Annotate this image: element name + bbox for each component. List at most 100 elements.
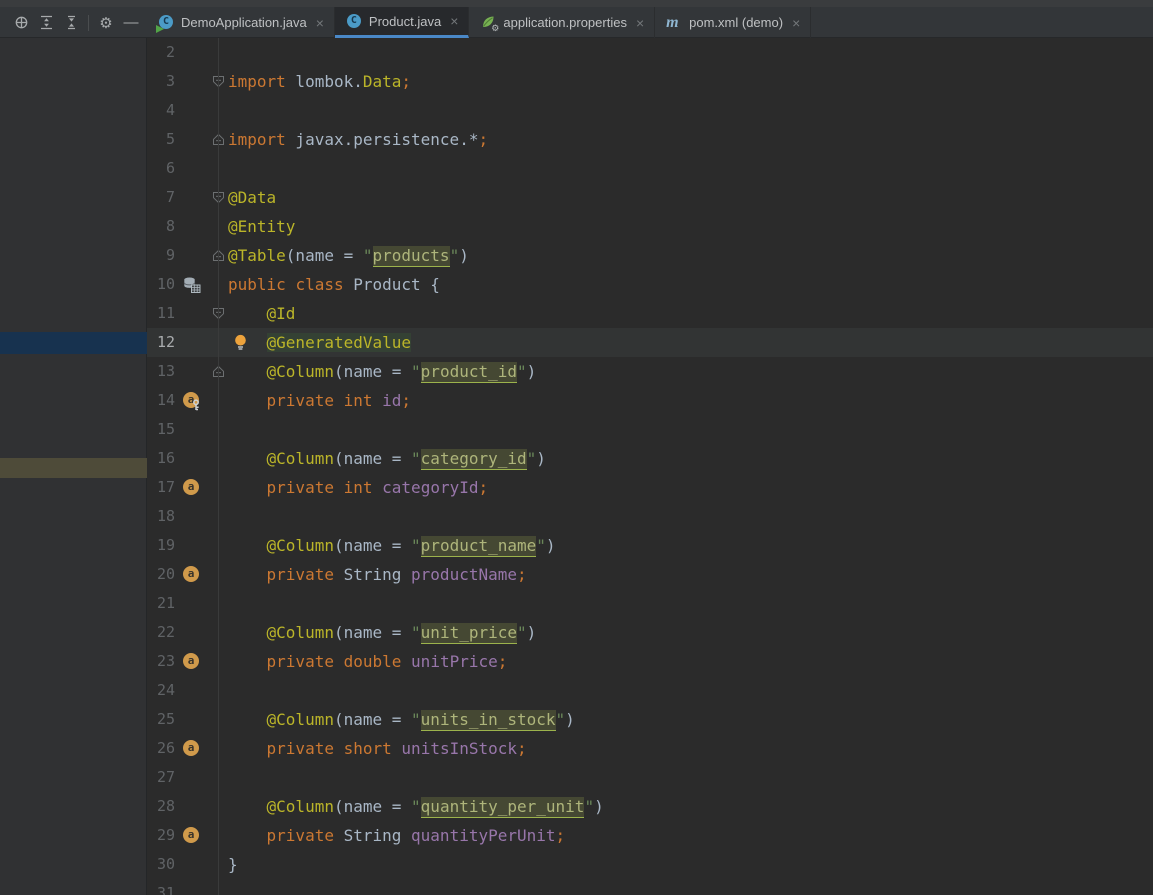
selected-item-strip-blue[interactable] bbox=[0, 332, 147, 354]
structure-tool-window[interactable] bbox=[0, 38, 147, 895]
line-number[interactable]: 20 bbox=[147, 560, 175, 589]
code-text: private String productName; bbox=[266, 565, 527, 584]
line-number[interactable]: 11 bbox=[147, 299, 175, 328]
line-number[interactable]: 19 bbox=[147, 531, 175, 560]
tab-close-icon[interactable]: × bbox=[792, 16, 800, 30]
tab-close-icon[interactable]: × bbox=[316, 16, 324, 30]
code-text: import javax.persistence.*; bbox=[228, 130, 489, 149]
line-number[interactable]: 22 bbox=[147, 618, 175, 647]
jpa-entity-icon[interactable] bbox=[183, 276, 201, 294]
line-number[interactable]: 4 bbox=[147, 96, 175, 125]
java-class-icon: C bbox=[346, 13, 363, 30]
code-line-8[interactable]: 8 @Entity bbox=[147, 212, 1153, 241]
toolbar-separator bbox=[88, 14, 89, 31]
line-number[interactable]: 8 bbox=[147, 212, 175, 241]
line-number[interactable]: 15 bbox=[147, 415, 175, 444]
jpa-attribute-icon[interactable]: a bbox=[183, 827, 201, 845]
settings-gear-icon[interactable]: ⚙ bbox=[98, 15, 114, 32]
line-number[interactable]: 9 bbox=[147, 241, 175, 270]
code-line-18[interactable]: 18 bbox=[147, 502, 1153, 531]
line-number[interactable]: 12 bbox=[147, 328, 175, 357]
code-line-27[interactable]: 27 bbox=[147, 763, 1153, 792]
code-line-21[interactable]: 21 bbox=[147, 589, 1153, 618]
code-line-10[interactable]: 10 public class Product { bbox=[147, 270, 1153, 299]
tab-label: application.properties bbox=[503, 15, 627, 30]
line-number[interactable]: 26 bbox=[147, 734, 175, 763]
code-line-25[interactable]: 25 @Column(name = "units_in_stock") bbox=[147, 705, 1153, 734]
code-line-4[interactable]: 4 bbox=[147, 96, 1153, 125]
line-number[interactable]: 25 bbox=[147, 705, 175, 734]
header-top-strip bbox=[0, 0, 1153, 7]
line-number[interactable]: 5 bbox=[147, 125, 175, 154]
jpa-attribute-icon-with-key[interactable]: a bbox=[183, 392, 201, 411]
code-line-6[interactable]: 6 bbox=[147, 154, 1153, 183]
code-text: @Table(name = "products") bbox=[228, 246, 469, 267]
jpa-attribute-icon[interactable]: a bbox=[183, 740, 201, 758]
code-line-7[interactable]: 7 @Data bbox=[147, 183, 1153, 212]
maven-icon: m bbox=[666, 14, 679, 31]
line-number[interactable]: 3 bbox=[147, 67, 175, 96]
code-line-14[interactable]: 14 a private int id; bbox=[147, 386, 1153, 415]
code-line-17[interactable]: 17 a private int categoryId; bbox=[147, 473, 1153, 502]
line-number[interactable]: 6 bbox=[147, 154, 175, 183]
code-line-26[interactable]: 26 a private short unitsInStock; bbox=[147, 734, 1153, 763]
code-editor[interactable]: 2 3 import lombok.Data; 4 5 import javax.pers… bbox=[147, 38, 1153, 895]
jpa-attribute-icon[interactable]: a bbox=[183, 479, 201, 497]
expand-all-icon[interactable] bbox=[38, 15, 54, 31]
highlighted-item-strip-olive[interactable] bbox=[0, 458, 147, 478]
line-number[interactable]: 2 bbox=[147, 38, 175, 67]
line-number[interactable]: 27 bbox=[147, 763, 175, 792]
code-line-31[interactable]: 31 bbox=[147, 879, 1153, 895]
code-line-3[interactable]: 3 import lombok.Data; bbox=[147, 67, 1153, 96]
code-line-11[interactable]: 11 @Id bbox=[147, 299, 1153, 328]
run-overlay-icon bbox=[156, 25, 164, 33]
line-number[interactable]: 17 bbox=[147, 473, 175, 502]
jpa-attribute-icon[interactable]: a bbox=[183, 653, 201, 671]
code-line-20[interactable]: 20 a private String productName; bbox=[147, 560, 1153, 589]
code-line-30[interactable]: 30} bbox=[147, 850, 1153, 879]
attribute-badge: a bbox=[183, 827, 199, 843]
code-line-22[interactable]: 22 @Column(name = "unit_price") bbox=[147, 618, 1153, 647]
code-line-9[interactable]: 9 @Table(name = "products") bbox=[147, 241, 1153, 270]
jpa-attribute-icon[interactable]: a bbox=[183, 566, 201, 584]
editor-header: ⚙ — C DemoApplication.java × C Product.java × ⚙… bbox=[0, 0, 1153, 38]
tab-close-icon[interactable]: × bbox=[636, 16, 644, 30]
code-line-23[interactable]: 23 a private double unitPrice; bbox=[147, 647, 1153, 676]
line-number[interactable]: 13 bbox=[147, 357, 175, 386]
collapse-all-icon[interactable] bbox=[63, 15, 79, 31]
code-line-29[interactable]: 29 a private String quantityPerUnit; bbox=[147, 821, 1153, 850]
line-number[interactable]: 30 bbox=[147, 850, 175, 879]
line-number[interactable]: 23 bbox=[147, 647, 175, 676]
code-line-19[interactable]: 19 @Column(name = "product_name") bbox=[147, 531, 1153, 560]
hide-tool-window-icon[interactable]: — bbox=[123, 14, 139, 31]
always-select-opened-element-icon[interactable] bbox=[13, 15, 29, 31]
tab-close-icon[interactable]: × bbox=[450, 14, 458, 28]
code-text: @Id bbox=[266, 304, 296, 323]
line-number[interactable]: 18 bbox=[147, 502, 175, 531]
code-text: private String quantityPerUnit; bbox=[266, 826, 566, 845]
code-line-2[interactable]: 2 bbox=[147, 38, 1153, 67]
line-number[interactable]: 10 bbox=[147, 270, 175, 299]
tab-application-properties[interactable]: ⚙ application.properties × bbox=[469, 7, 656, 38]
code-text: private double unitPrice; bbox=[266, 652, 508, 671]
code-line-24[interactable]: 24 bbox=[147, 676, 1153, 705]
line-number[interactable]: 29 bbox=[147, 821, 175, 850]
line-number[interactable]: 14 bbox=[147, 386, 175, 415]
code-text: @Data bbox=[228, 188, 277, 207]
line-number[interactable]: 31 bbox=[147, 879, 175, 895]
line-number[interactable]: 16 bbox=[147, 444, 175, 473]
code-line-28[interactable]: 28 @Column(name = "quantity_per_unit") bbox=[147, 792, 1153, 821]
line-number[interactable]: 24 bbox=[147, 676, 175, 705]
code-line-5[interactable]: 5 import javax.persistence.*; bbox=[147, 125, 1153, 154]
code-line-13[interactable]: 13 @Column(name = "product_id") bbox=[147, 357, 1153, 386]
line-number[interactable]: 21 bbox=[147, 589, 175, 618]
tab-product-java[interactable]: C Product.java × bbox=[334, 7, 470, 38]
line-number[interactable]: 7 bbox=[147, 183, 175, 212]
tab-pom-xml-demo[interactable]: m pom.xml (demo) × bbox=[655, 7, 812, 38]
code-text: @Column(name = "product_name") bbox=[266, 536, 556, 557]
tab-demoapplication-java[interactable]: C DemoApplication.java × bbox=[147, 7, 335, 38]
code-line-12[interactable]: 12 @GeneratedValue bbox=[147, 328, 1153, 357]
code-line-16[interactable]: 16 @Column(name = "category_id") bbox=[147, 444, 1153, 473]
line-number[interactable]: 28 bbox=[147, 792, 175, 821]
code-line-15[interactable]: 15 bbox=[147, 415, 1153, 444]
